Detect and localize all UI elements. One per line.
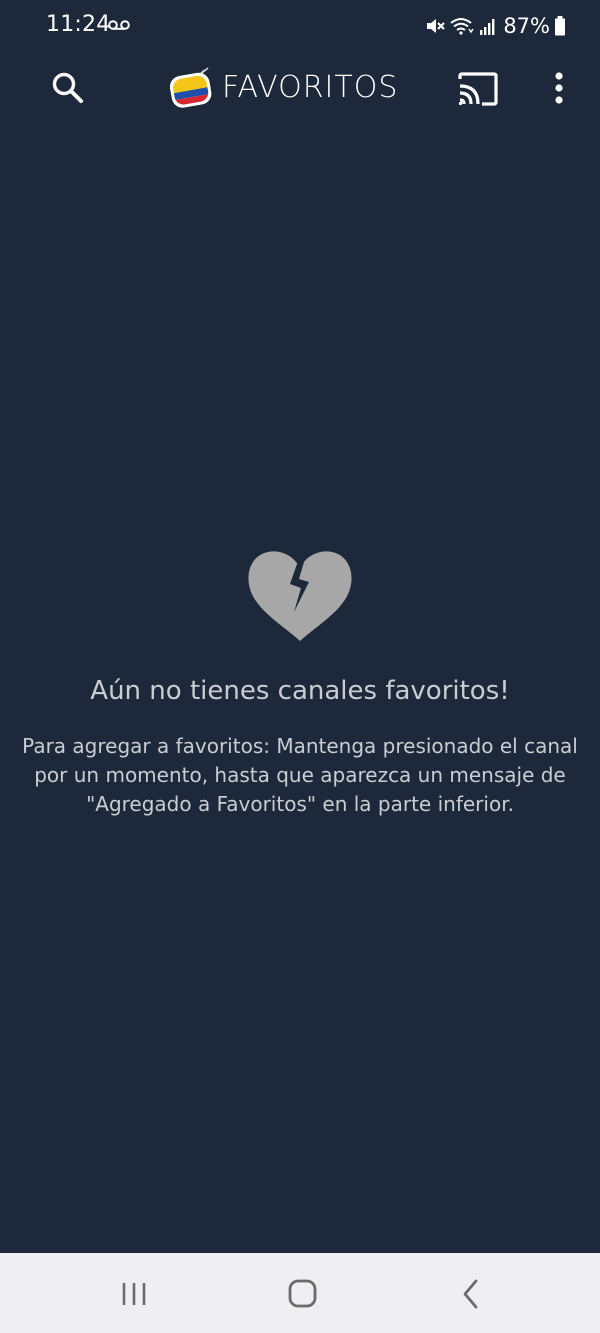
search-icon[interactable] [48, 68, 88, 108]
description-line: por un momento, hasta que aparezca un me… [34, 763, 566, 787]
home-icon[interactable] [282, 1277, 322, 1311]
status-bar: 11:24 87% [0, 0, 600, 52]
voicemail-icon [108, 20, 130, 30]
signal-icon [480, 19, 495, 35]
status-time: 11:24 [46, 12, 111, 37]
more-vert-icon[interactable] [544, 68, 574, 108]
battery-percentage: 87% [503, 14, 550, 38]
empty-state-description: Para agregar a favoritos: Mantenga presi… [0, 732, 600, 819]
empty-state: Aún no tienes canales favoritos! Para ag… [0, 548, 600, 819]
colombia-tv-logo [169, 67, 212, 108]
system-nav-bar [0, 1253, 600, 1333]
back-icon[interactable] [450, 1277, 490, 1311]
status-icons: 87% [425, 12, 566, 40]
wifi-icon [450, 18, 474, 35]
app-title: FAVORITOS [222, 70, 399, 105]
recents-icon[interactable] [114, 1277, 154, 1311]
broken-heart-icon [248, 551, 352, 641]
battery-icon [555, 16, 565, 36]
mute-icon [427, 19, 446, 33]
cast-icon[interactable] [456, 70, 500, 108]
app-bar: FAVORITOS [0, 52, 600, 128]
description-line: Para agregar a favoritos: Mantenga presi… [22, 734, 578, 758]
empty-state-title: Aún no tienes canales favoritos! [90, 676, 510, 706]
description-line: "Agregado a Favoritos" en la parte infer… [86, 792, 514, 816]
